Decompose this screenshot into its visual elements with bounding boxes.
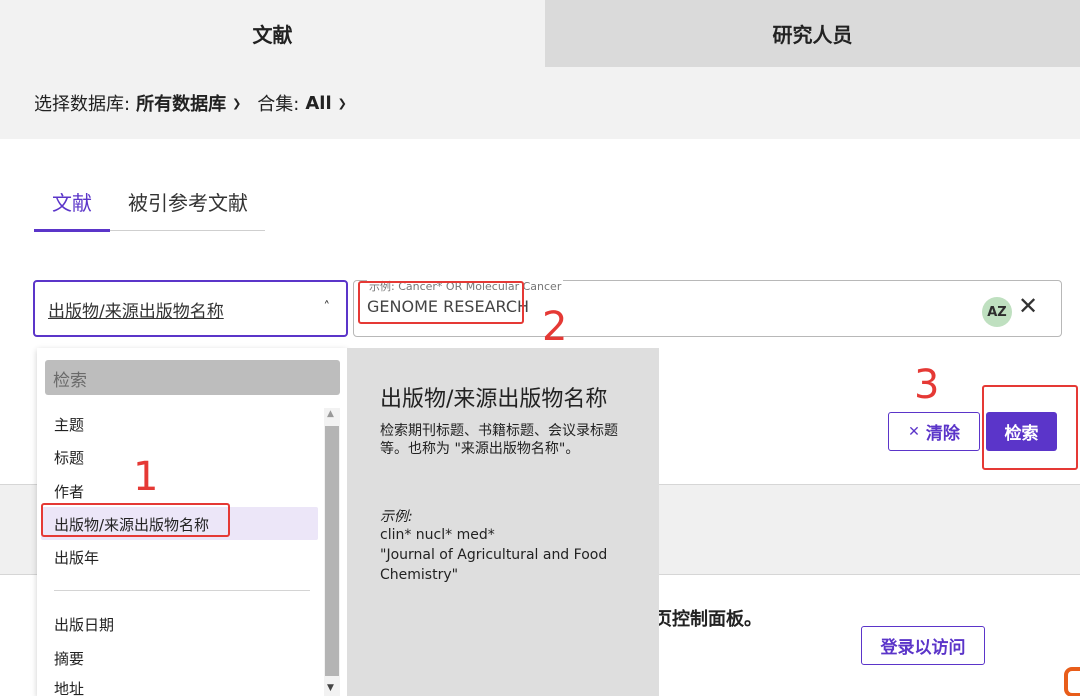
- logo-icon: [1064, 667, 1080, 696]
- annotation-number-3: 3: [914, 362, 940, 408]
- scroll-down-icon[interactable]: ▼: [327, 683, 334, 693]
- search-field-value: 出版物/来源出版物名称: [48, 302, 224, 322]
- dropdown-search-input[interactable]: 检索: [45, 360, 340, 395]
- dropdown-item-address[interactable]: 地址: [54, 678, 84, 696]
- dropdown-item-pub-date[interactable]: 出版日期: [54, 614, 114, 635]
- database-dropdown[interactable]: 所有数据库: [136, 90, 226, 116]
- annotation-box-1: [41, 503, 230, 537]
- clear-button[interactable]: ✕ 清除: [888, 412, 980, 451]
- dropdown-scrollbar[interactable]: ▲ ▼: [324, 408, 340, 696]
- top-tab-bar: 文献 研究人员: [0, 0, 1080, 67]
- collection-label: 合集:: [257, 94, 300, 115]
- dropdown-item-author[interactable]: 作者: [54, 481, 84, 502]
- tab-documents[interactable]: 文献: [0, 0, 545, 67]
- subtab-documents[interactable]: 文献: [52, 187, 92, 216]
- annotation-number-1: 1: [133, 454, 159, 500]
- help-example: clin* nucl* med*: [380, 527, 495, 543]
- help-example: Chemistry": [380, 567, 459, 583]
- search-field-select[interactable]: 出版物/来源出版物名称 ˄: [33, 280, 348, 337]
- help-title: 出版物/来源出版物名称: [380, 387, 608, 412]
- az-suggest-icon[interactable]: AZ: [982, 297, 1012, 327]
- help-example-label: 示例:: [380, 509, 413, 525]
- scrollbar-thumb[interactable]: [325, 426, 339, 676]
- database-selector-row: 选择数据库: 所有数据库 ❯ 合集: All ❯: [0, 67, 1080, 139]
- dropdown-item-title[interactable]: 标题: [54, 447, 84, 468]
- help-description: 检索期刊标题、书籍标题、会议录标题等。也称为 "来源出版物名称"。: [380, 423, 618, 458]
- database-label: 选择数据库:: [34, 94, 131, 115]
- dashboard-text: 页控制面板。: [654, 609, 762, 630]
- scroll-up-icon[interactable]: ▲: [327, 409, 334, 419]
- active-tab-underline: [34, 229, 110, 232]
- annotation-number-2: 2: [542, 304, 568, 350]
- search-subtabs: 文献 被引参考文献: [34, 181, 265, 232]
- dropdown-search-placeholder: 检索: [53, 371, 87, 391]
- chevron-down-icon[interactable]: ❯: [232, 97, 241, 110]
- dropdown-divider: [54, 590, 310, 591]
- chevron-up-icon: ˄: [323, 300, 331, 315]
- field-help-panel: 出版物/来源出版物名称 检索期刊标题、书籍标题、会议录标题等。也称为 "来源出版…: [347, 348, 659, 696]
- login-button[interactable]: 登录以访问: [861, 626, 985, 665]
- dropdown-item-topic[interactable]: 主题: [54, 414, 84, 435]
- close-icon[interactable]: ✕: [1018, 292, 1038, 320]
- annotation-box-3: [982, 385, 1078, 470]
- tab-researchers[interactable]: 研究人员: [545, 0, 1080, 67]
- annotation-box-2: [358, 281, 524, 324]
- collection-dropdown[interactable]: All: [305, 93, 331, 114]
- help-example: "Journal of Agricultural and Food: [380, 547, 608, 563]
- close-icon: ✕: [908, 423, 920, 440]
- dropdown-item-pub-year[interactable]: 出版年: [54, 547, 99, 568]
- clear-button-label: 清除: [925, 424, 960, 444]
- chevron-down-icon[interactable]: ❯: [338, 97, 347, 110]
- subtab-cited-references[interactable]: 被引参考文献: [128, 187, 248, 216]
- dropdown-item-abstract[interactable]: 摘要: [54, 648, 84, 669]
